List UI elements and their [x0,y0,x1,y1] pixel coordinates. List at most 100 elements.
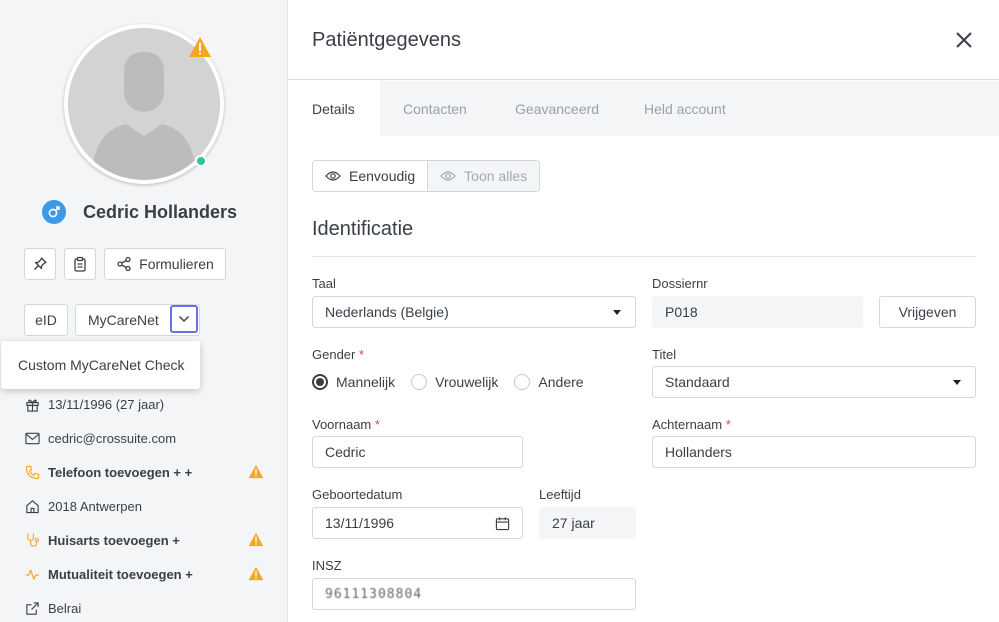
file-number-value: P018 [665,304,698,320]
file-number-label: Dossiernr [652,276,708,291]
phone-icon [24,464,40,480]
show-all-button[interactable]: Toon alles [428,161,540,191]
add-mutuality-link[interactable]: Mutualiteit toevoegen + [48,567,193,582]
title-value: Standaard [665,374,730,390]
warning-icon [248,566,264,581]
belrai-info[interactable]: Belrai [24,598,264,618]
eid-button[interactable]: eID [24,304,68,336]
email-text[interactable]: cedric@crossuite.com [48,431,176,446]
add-phone-link[interactable]: Telefoon toevoegen + + [48,465,192,480]
custom-mycarenet-check-item[interactable]: Custom MyCareNet Check [18,357,185,373]
gender-option-label: Mannelijk [336,374,396,390]
add-gp-link[interactable]: Huisarts toevoegen + [48,533,180,548]
age-value: 27 jaar [552,515,595,531]
patient-details-panel: Patiëntgegevens Details Contacten Geavan… [288,0,999,622]
online-status-dot [195,155,207,167]
eye-icon [440,171,456,181]
language-value: Nederlands (Belgie) [325,304,449,320]
view-mode-toggle: Eenvoudig Toon alles [312,160,541,192]
warning-icon [248,532,264,547]
warning-icon [248,464,264,479]
required-marker: * [374,417,380,432]
mycarenet-button-label: MyCareNet [88,312,159,328]
gender-option-other[interactable]: Andere [514,374,584,390]
gp-info[interactable]: Huisarts toevoegen + [24,530,264,550]
tab-held-account[interactable]: Held account [620,81,750,136]
email-info: cedric@crossuite.com [24,428,264,448]
age-field: 27 jaar [539,507,636,539]
title-select[interactable]: Standaard [652,366,976,398]
patient-sidebar: Cedric Hollanders Formulieren eID MyCare… [0,0,288,622]
clipboard-icon [74,256,86,272]
age-label: Leeftijd [539,487,581,502]
forms-button[interactable]: Formulieren [104,248,226,280]
release-button-label: Vrijgeven [898,304,957,320]
file-number-field: P018 [652,296,863,328]
panel-header: Patiëntgegevens [288,0,999,80]
firstname-value: Cedric [325,444,366,460]
close-icon[interactable] [955,31,973,49]
eye-icon [325,171,341,181]
language-select[interactable]: Nederlands (Belgie) [312,296,636,328]
birthdate-value: 13/11/1996 [325,515,395,531]
mycarenet-dropdown-toggle[interactable] [170,305,198,333]
pin-icon [34,257,47,270]
release-button[interactable]: Vrijgeven [879,296,976,328]
language-label: Taal [312,276,336,291]
show-all-label: Toon alles [464,168,528,184]
home-icon [24,498,40,514]
chevron-down-icon [178,315,190,323]
gift-icon [24,396,40,412]
pin-button[interactable] [24,248,56,280]
radio-unchecked[interactable] [514,374,531,390]
page-title: Patiëntgegevens [312,29,462,51]
tab-advanced[interactable]: Geavanceerd [491,81,623,136]
address-info: 2018 Antwerpen [24,496,264,516]
tab-bar: Details Contacten Geavanceerd Held accou… [288,81,999,136]
insz-input[interactable]: 96111308804 [312,578,636,610]
eid-button-label: eID [35,312,57,328]
firstname-input[interactable]: Cedric [312,436,523,468]
firstname-label: Voornaam * [312,417,380,432]
male-gender-icon [42,200,66,224]
gender-label-text: Gender [312,347,356,362]
mycarenet-dropdown-menu: Custom MyCareNet Check [1,341,200,389]
phone-info[interactable]: Telefoon toevoegen + + [24,462,264,482]
clipboard-button[interactable] [64,248,96,280]
simple-view-button[interactable]: Eenvoudig [313,161,429,191]
lastname-input[interactable]: Hollanders [652,436,976,468]
radio-unchecked[interactable] [411,374,428,390]
mail-icon [24,430,40,446]
required-marker: * [725,417,731,432]
birthdate-info: 13/11/1996 (27 jaar) [24,394,264,414]
gender-radio-group: Mannelijk Vrouwelijk Andere [312,373,600,391]
gender-option-label: Andere [538,374,584,390]
forms-button-label: Formulieren [139,256,214,272]
required-marker: * [359,347,365,362]
simple-view-label: Eenvoudig [349,168,416,184]
mutuality-info[interactable]: Mutualiteit toevoegen + [24,564,264,584]
external-link-icon [24,600,40,616]
lastname-value: Hollanders [665,444,732,460]
gender-option-male[interactable]: Mannelijk [312,374,395,390]
tab-contacts[interactable]: Contacten [379,81,491,136]
section-title-identification: Identificatie [312,218,414,240]
address-text: 2018 Antwerpen [48,498,142,514]
calendar-icon[interactable] [495,516,510,531]
title-label: Titel [652,347,677,362]
patient-name: Cedric Hollanders [83,201,238,222]
stethoscope-icon [24,532,40,548]
lastname-label-text: Achternaam [652,417,723,432]
tab-details[interactable]: Details [288,81,380,136]
birthdate-input[interactable]: 13/11/1996 [312,507,523,539]
lastname-label: Achternaam * [652,417,731,432]
belrai-link[interactable]: Belrai [48,601,81,616]
gender-option-female[interactable]: Vrouwelijk [411,374,498,390]
section-divider [312,256,976,257]
radio-checked[interactable] [312,374,328,390]
insz-label: INSZ [312,558,342,573]
share-icon [117,256,131,272]
gender-label: Gender * [312,347,364,362]
birthdate-label: Geboortedatum [312,487,403,502]
birthdate-text: 13/11/1996 (27 jaar) [48,396,165,412]
